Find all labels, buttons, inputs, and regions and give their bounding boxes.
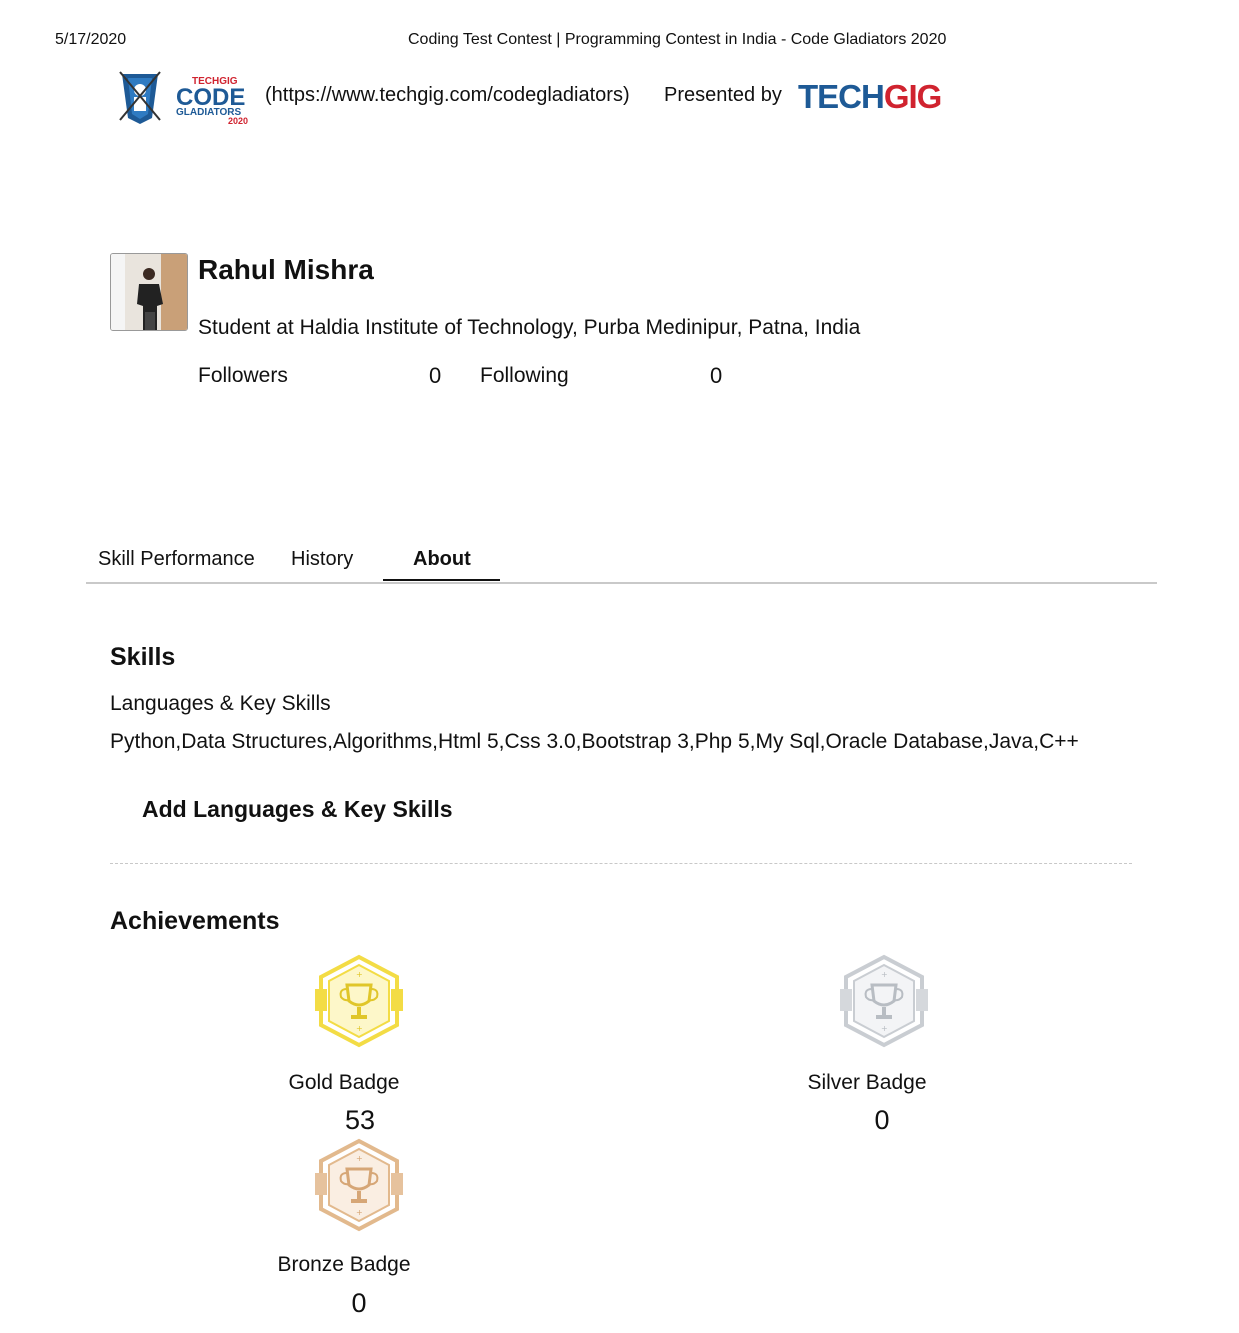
svg-text:+: + (881, 970, 888, 979)
followers-label[interactable]: Followers (198, 364, 288, 388)
avatar (110, 253, 188, 331)
following-label[interactable]: Following (480, 364, 569, 388)
gold-badge-count: 53 (344, 1105, 376, 1135)
print-date: 5/17/2020 (55, 31, 127, 48)
svg-text:+: + (356, 1024, 363, 1033)
tab-history[interactable]: History (291, 548, 353, 571)
svg-text:+: + (356, 1208, 363, 1217)
profile-name: Rahul Mishra (198, 254, 374, 285)
svg-text:+: + (356, 970, 363, 979)
svg-text:2020: 2020 (228, 116, 248, 126)
silver-badge-icon: + + (836, 953, 932, 1049)
svg-text:+: + (356, 1154, 363, 1163)
achievements-heading: Achievements (110, 907, 280, 935)
tab-skill-performance[interactable]: Skill Performance (98, 548, 255, 571)
silver-badge-label: Silver Badge (807, 1071, 927, 1094)
code-gladiators-logo[interactable]: TECHGIG CODE GLADIATORS 2020 (118, 70, 264, 126)
print-page-title: Coding Test Contest | Programming Contes… (408, 31, 947, 48)
skills-subheading: Languages & Key Skills (110, 692, 331, 715)
bronze-badge-label: Bronze Badge (277, 1253, 411, 1276)
techgig-logo-tech: TECH (798, 78, 885, 115)
code-gladiators-url[interactable]: (https://www.techgig.com/codegladiators) (265, 84, 630, 107)
presented-by-label: Presented by (664, 84, 782, 106)
silver-badge-count: 0 (874, 1105, 890, 1135)
skills-list: Python,Data Structures,Algorithms,Html 5… (110, 730, 1079, 753)
techgig-logo[interactable]: TECHGIG (798, 78, 943, 116)
bronze-badge-icon: + + (311, 1137, 407, 1233)
svg-text:+: + (881, 1024, 888, 1033)
gold-badge-label: Gold Badge (288, 1071, 400, 1094)
followers-count[interactable]: 0 (429, 363, 441, 389)
tab-about[interactable]: About (413, 548, 471, 571)
section-divider (110, 863, 1132, 864)
profile-subtitle: Student at Haldia Institute of Technolog… (198, 316, 861, 339)
gold-badge-icon: + + (311, 953, 407, 1049)
skills-heading: Skills (110, 643, 176, 671)
techgig-logo-gig: GIG (883, 78, 943, 115)
bronze-badge-count: 0 (351, 1288, 367, 1318)
active-tab-indicator (383, 579, 500, 581)
following-count[interactable]: 0 (710, 363, 722, 389)
profile-tabs: Skill Performance History About (86, 540, 1157, 584)
add-skills-button[interactable]: Add Languages & Key Skills (142, 796, 453, 823)
